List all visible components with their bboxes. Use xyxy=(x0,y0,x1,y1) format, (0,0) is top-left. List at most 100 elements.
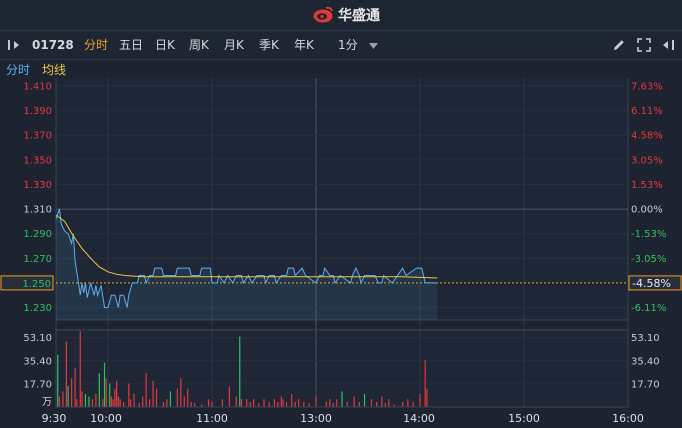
logo-text: 华盛通 xyxy=(338,8,380,24)
volume-bar xyxy=(117,396,119,407)
volume-bar xyxy=(303,401,305,407)
volume-bar xyxy=(88,396,90,407)
volume-bar xyxy=(110,396,113,407)
tab-weekly-k[interactable]: 周K xyxy=(189,31,209,59)
volume-bar xyxy=(246,399,248,407)
pct-tick-label: -6.11% xyxy=(631,303,666,314)
volume-tick-label-right: 53.10 xyxy=(631,333,660,344)
volume-bar xyxy=(280,396,282,407)
tab-quarterly-k[interactable]: 季K xyxy=(259,31,279,59)
price-tick-label: 1.370 xyxy=(23,131,52,142)
volume-bar xyxy=(128,383,130,407)
volume-bar xyxy=(384,403,386,407)
draw-pencil-icon[interactable] xyxy=(611,37,627,53)
volume-bar xyxy=(273,399,275,407)
volume-bar xyxy=(194,403,196,407)
volume-bar xyxy=(95,393,97,407)
volume-bar xyxy=(91,399,93,407)
intraday-chart[interactable]: 1.410 7.63% 1.390 6.11% 1.370 4.58% 1.350 3.05%… xyxy=(0,78,682,428)
volume-bar xyxy=(67,386,69,407)
volume-bar xyxy=(183,396,185,407)
price-tick-label: 1.350 xyxy=(23,155,52,166)
volume-tick-label: 17.70 xyxy=(23,379,52,390)
price-tick-label: 1.290 xyxy=(23,229,52,240)
x-tick-label: 10:00 xyxy=(90,412,122,425)
tab-intraday[interactable]: 分时 xyxy=(84,31,108,59)
fullscreen-icon[interactable] xyxy=(636,37,652,53)
volume-bar xyxy=(370,399,373,407)
tab-daily-k[interactable]: 日K xyxy=(155,31,175,59)
volume-bar xyxy=(402,401,404,407)
volume-bar xyxy=(187,388,189,407)
volume-bar xyxy=(341,391,343,407)
volume-bar xyxy=(235,396,237,407)
volume-bar xyxy=(149,399,151,407)
volume-bar xyxy=(268,401,270,407)
tab-five-day[interactable]: 五日 xyxy=(119,31,143,59)
price-tick-label: 1.390 xyxy=(23,106,52,117)
volume-bar xyxy=(57,354,59,407)
logo-icon xyxy=(313,6,333,23)
price-tick-label: 1.310 xyxy=(23,205,52,216)
volume-bar xyxy=(308,403,310,407)
collapse-left-icon[interactable] xyxy=(6,37,22,53)
x-tick-label: 13:00 xyxy=(300,412,332,425)
volume-bar xyxy=(119,399,121,407)
chevron-down-icon xyxy=(369,42,379,49)
x-tick-label: 15:00 xyxy=(508,412,540,425)
volume-bar xyxy=(65,341,67,407)
volume-tick-label: 35.40 xyxy=(23,356,52,367)
volume-bar xyxy=(221,399,223,407)
pct-tick-label: -1.53% xyxy=(631,229,666,240)
x-tick-label: 16:00 xyxy=(612,412,644,425)
pct-tick-label: 4.58% xyxy=(631,131,663,142)
volume-bar xyxy=(211,401,213,407)
pct-tick-label: 6.11% xyxy=(631,106,663,117)
legend-price: 分时 xyxy=(6,63,31,77)
volume-bar xyxy=(84,393,87,407)
volume-bar xyxy=(263,399,265,407)
x-tick-label: 9:30 xyxy=(42,412,67,425)
volume-bar xyxy=(253,399,255,407)
volume-bar xyxy=(228,386,230,407)
volume-bar xyxy=(381,396,383,407)
interval-select[interactable]: 1分 xyxy=(338,31,379,59)
price-tick-label: 1.330 xyxy=(23,180,52,191)
volume-bar xyxy=(102,399,104,407)
volume-bar xyxy=(169,391,171,407)
interval-value: 1分 xyxy=(338,38,358,52)
volume-bar xyxy=(285,401,288,407)
volume-bar xyxy=(426,388,428,407)
price-tick-label: 1.410 xyxy=(23,82,52,93)
tab-monthly-k[interactable]: 月K xyxy=(224,31,244,59)
volume-bar xyxy=(112,399,114,407)
volume-bar xyxy=(376,401,378,407)
volume-bar xyxy=(363,393,366,407)
volume-bar xyxy=(162,401,165,407)
volume-bar xyxy=(176,388,178,407)
tab-yearly-k[interactable]: 年K xyxy=(294,31,314,59)
volume-bar xyxy=(239,336,241,407)
volume-bar xyxy=(332,403,334,407)
volume-bar xyxy=(152,380,154,407)
volume-bar xyxy=(353,396,355,407)
volume-tick-label-right: 35.40 xyxy=(631,356,660,367)
volume-bar xyxy=(105,378,107,407)
volume-bar xyxy=(412,401,414,407)
stock-code: 01728 xyxy=(32,38,74,52)
volume-bar xyxy=(71,378,73,407)
volume-bar xyxy=(98,373,100,407)
volume-bar xyxy=(315,396,317,407)
volume-bar xyxy=(282,399,284,407)
volume-bar xyxy=(291,393,293,407)
volume-bar xyxy=(298,399,300,407)
volume-bar xyxy=(424,360,426,407)
current-pct-label: -4.58% xyxy=(632,277,671,290)
volume-tick-label: 53.10 xyxy=(23,333,52,344)
collapse-right-icon[interactable] xyxy=(660,37,676,53)
volume-bar xyxy=(74,367,76,407)
volume-bar xyxy=(358,401,360,407)
volume-bar xyxy=(109,383,111,407)
chart-legend: 分时 均线 xyxy=(0,60,682,78)
volume-bar xyxy=(138,403,140,407)
